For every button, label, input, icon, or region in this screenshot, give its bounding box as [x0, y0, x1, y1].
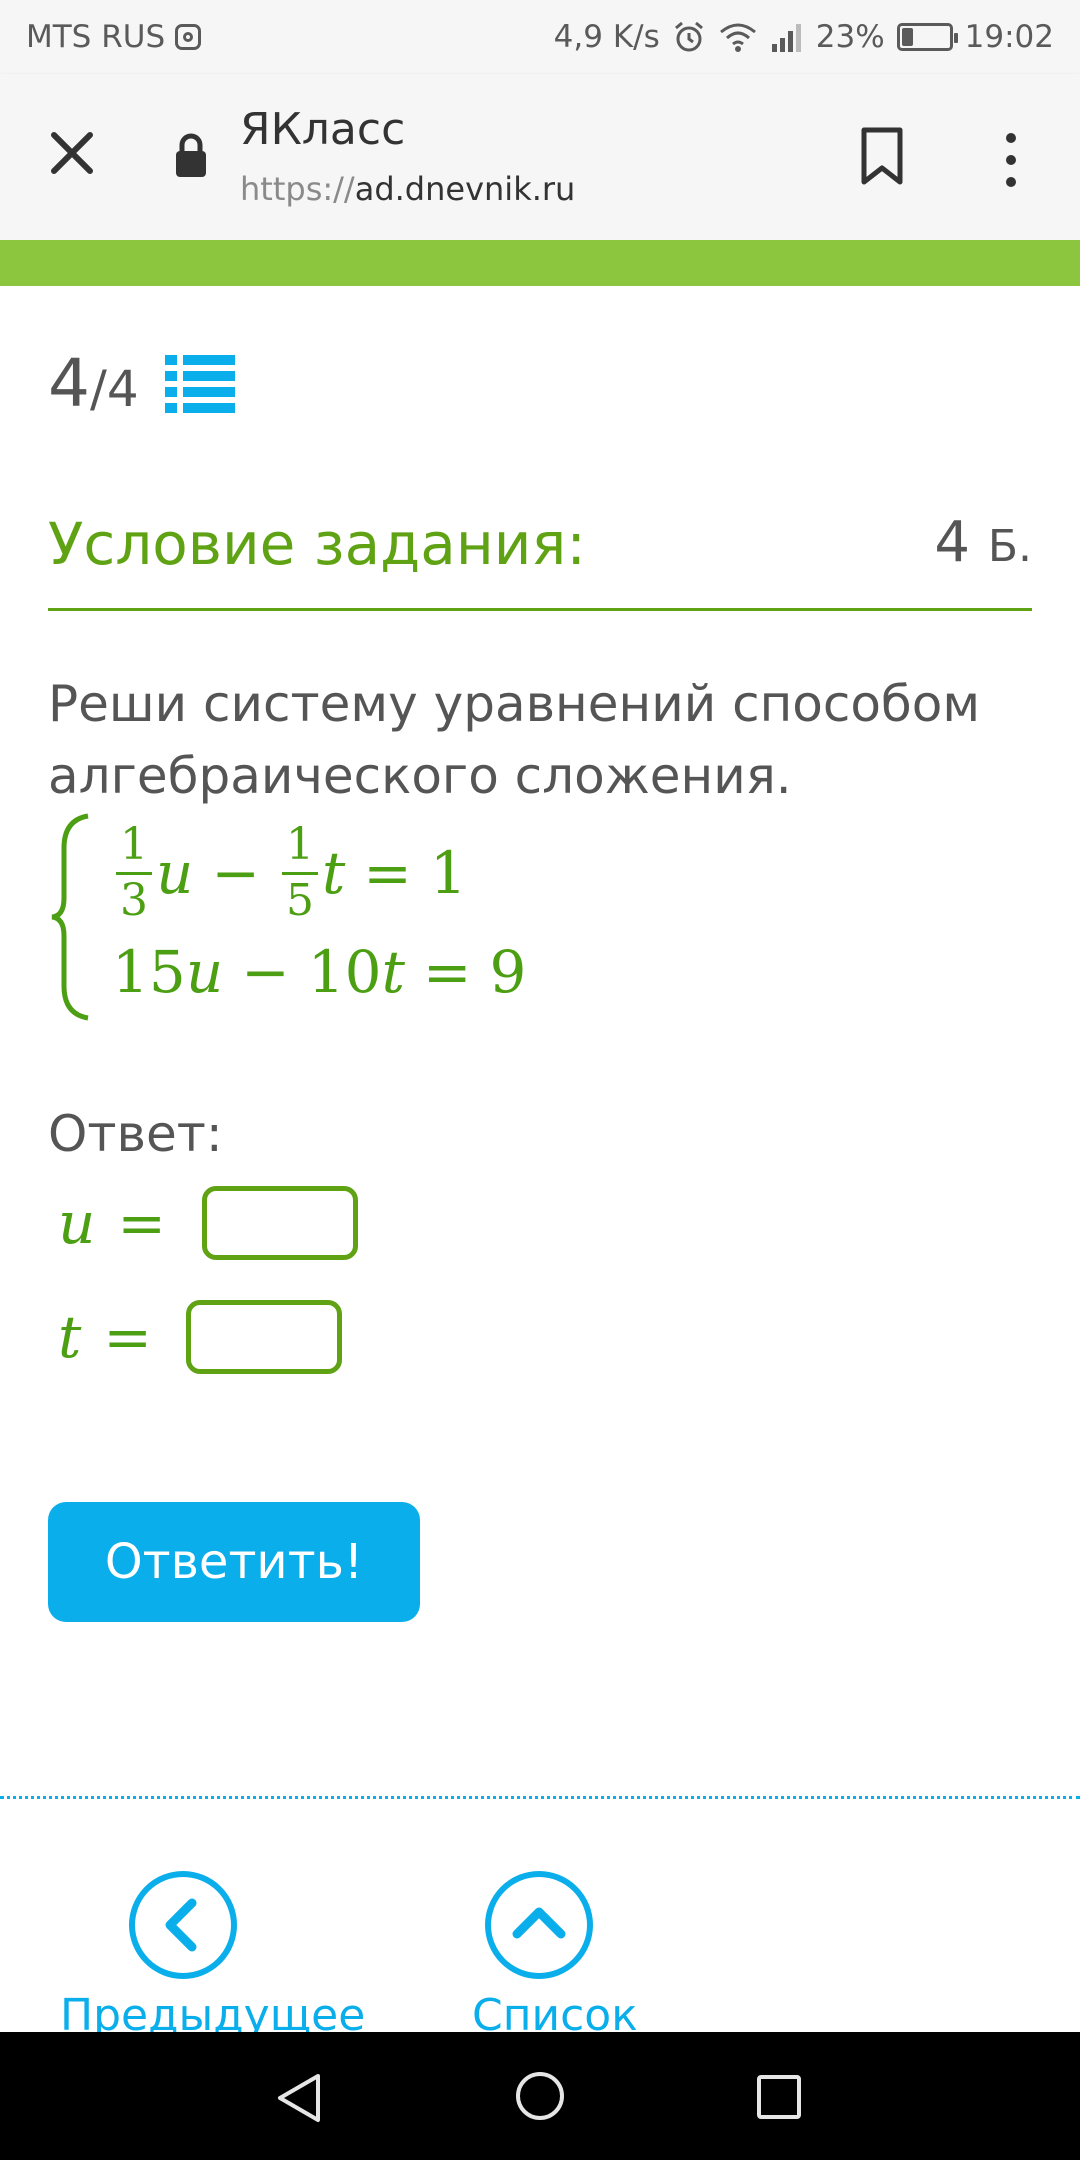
site-name: ЯКласс — [240, 104, 406, 155]
task-list-up-icon[interactable] — [484, 1870, 594, 1980]
url-host: ad.dnevnik.ru — [354, 170, 576, 208]
fraction-denominator: 3 — [120, 874, 148, 926]
submit-answer-button[interactable]: Ответить! — [48, 1502, 420, 1622]
equals-sign: = — [103, 1303, 152, 1371]
pager-total: 4 — [106, 359, 139, 418]
wifi-icon — [719, 23, 756, 52]
carrier-name: MTS RUS — [26, 19, 166, 55]
points-unit: Б. — [987, 521, 1032, 572]
answer-input-t[interactable] — [185, 1300, 342, 1374]
coefficient-15: 15 — [112, 938, 186, 1006]
task-pager: 4 / 4 — [48, 345, 235, 422]
bookmark-icon[interactable] — [858, 126, 906, 186]
left-brace — [51, 813, 89, 1021]
battery-icon — [896, 23, 958, 51]
fraction-numerator: 1 — [285, 819, 314, 871]
rhs-value: 9 — [489, 938, 527, 1006]
instagram-notification-icon — [175, 24, 202, 50]
fraction-one-fifth: 1 5 — [281, 819, 318, 926]
task-title: Условие задания: — [48, 510, 586, 578]
home-icon[interactable] — [514, 2070, 566, 2122]
back-icon[interactable] — [276, 2072, 324, 2124]
fraction-numerator: 1 — [120, 819, 148, 871]
network-speed: 4,9 K/s — [553, 19, 660, 55]
variable-u: u — [185, 938, 224, 1006]
lock-icon — [176, 133, 206, 177]
url-scheme: https:// — [240, 170, 355, 208]
equals-sign: = — [117, 1189, 166, 1257]
equals-sign: = — [363, 839, 412, 907]
more-options-icon[interactable] — [996, 130, 1026, 190]
site-header-strip — [0, 240, 1080, 286]
footer-divider — [0, 1796, 1080, 1799]
previous-task-icon[interactable] — [128, 1870, 238, 1980]
site-url: https://ad.dnevnik.ru — [240, 170, 575, 208]
answer-variable-u: u — [58, 1189, 96, 1257]
status-bar: MTS RUS 4,9 K/s 23% 19:02 — [0, 0, 1080, 74]
fraction-one-third: 1 3 — [116, 819, 152, 926]
status-right: 4,9 K/s 23% 19:02 — [554, 19, 1054, 55]
pager-current: 4 — [48, 345, 90, 422]
task-header: Условие задания: 4 Б. — [48, 515, 1032, 611]
equation-2: 15 u − 10 t = 9 — [112, 936, 526, 1008]
variable-u: u — [156, 839, 194, 907]
battery-fill — [901, 28, 913, 46]
browser-toolbar: ЯКласс https://ad.dnevnik.ru — [0, 74, 1080, 240]
task-text: Реши систему уравнений способом алгебраи… — [48, 675, 981, 805]
variable-t: t — [321, 839, 346, 907]
coefficient-10: 10 — [307, 938, 382, 1006]
equals-sign: = — [422, 938, 472, 1006]
signal-icon — [771, 24, 801, 52]
answer-variable-t: t — [58, 1303, 82, 1371]
points-value: 4 — [934, 510, 971, 575]
minus-sign: − — [241, 938, 290, 1006]
minus-sign: − — [211, 839, 260, 907]
answer-row-t: t = — [58, 1300, 342, 1374]
equation-1: 1 3 u − 1 5 t = 1 — [112, 818, 467, 928]
battery-percent: 23% — [815, 19, 885, 55]
alarm-icon — [674, 21, 703, 52]
equation-system: 1 3 u − 1 5 t = 1 15 u − 10 t = 9 — [48, 812, 648, 1022]
close-icon[interactable] — [48, 129, 96, 177]
clock: 19:02 — [964, 19, 1054, 55]
rhs-value: 1 — [429, 839, 467, 907]
answer-input-u[interactable] — [201, 1186, 358, 1260]
recent-apps-icon[interactable] — [756, 2074, 802, 2120]
status-left: MTS RUS — [26, 19, 202, 55]
variable-t: t — [381, 938, 405, 1006]
system-navigation-bar — [0, 2032, 1080, 2160]
fraction-denominator: 5 — [285, 874, 314, 926]
task-points: 4 Б. — [934, 515, 1032, 571]
pager-separator: / — [90, 359, 107, 418]
answer-label: Ответ: — [48, 1105, 223, 1163]
task-list-icon[interactable] — [164, 353, 235, 415]
answer-row-u: u = — [58, 1186, 358, 1260]
